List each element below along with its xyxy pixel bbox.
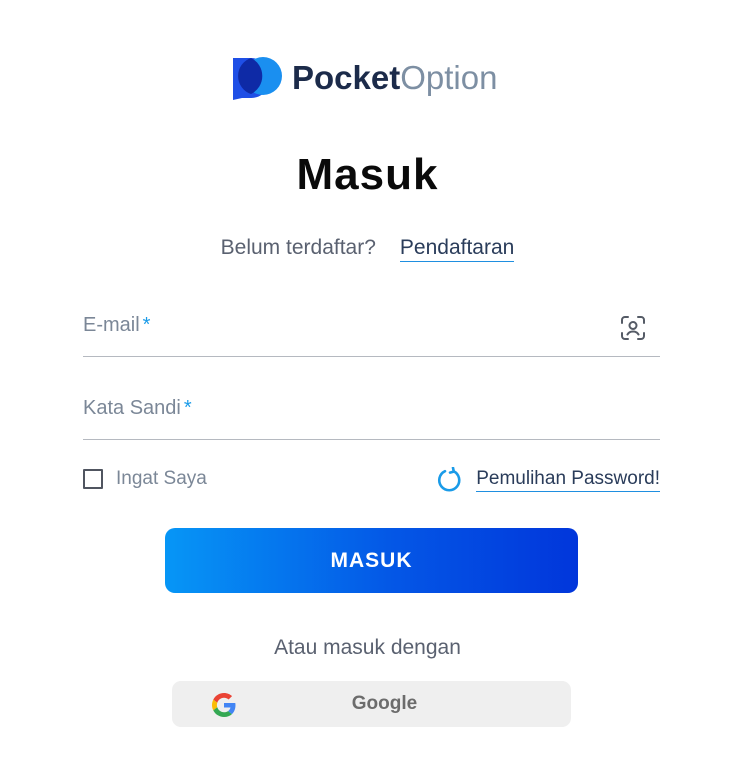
password-label-text: Kata Sandi xyxy=(83,397,181,419)
google-login-label: Google xyxy=(351,693,418,714)
remember-me-checkbox[interactable] xyxy=(83,469,103,489)
brand-name: Pocket Option xyxy=(292,56,497,100)
login-button[interactable]: MASUK xyxy=(165,528,578,593)
refresh-icon[interactable] xyxy=(436,467,462,493)
register-prompt: Belum terdaftar? Pendaftaran xyxy=(0,236,735,262)
register-link[interactable]: Pendaftaran xyxy=(399,236,515,262)
password-recovery: Pemulihan Password! xyxy=(436,467,660,493)
brand-name-light: Option xyxy=(400,59,498,96)
email-field[interactable]: E-mail * xyxy=(83,306,660,357)
email-label-text: E-mail xyxy=(83,314,140,336)
remember-me-label: Ingat Saya xyxy=(116,468,207,489)
pocket-option-logo-icon xyxy=(233,57,282,100)
email-label: E-mail * xyxy=(83,314,150,337)
brand-logo[interactable]: Pocket Option xyxy=(233,56,497,100)
google-login-button[interactable]: Google xyxy=(172,681,571,727)
social-login-caption: Atau masuk dengan xyxy=(274,636,461,659)
brand-name-bold: Pocket xyxy=(292,59,401,96)
face-id-icon[interactable] xyxy=(620,315,646,341)
required-mark: * xyxy=(183,397,192,419)
remember-me[interactable]: Ingat Saya xyxy=(83,468,207,490)
page-title: Masuk xyxy=(296,150,439,199)
password-field[interactable]: Kata Sandi * xyxy=(83,389,660,440)
register-question: Belum terdaftar? xyxy=(220,236,376,259)
password-label: Kata Sandi * xyxy=(83,397,192,420)
password-recovery-link[interactable]: Pemulihan Password! xyxy=(476,468,660,492)
login-page: Pocket Option Masuk Belum terdaftar? Penda… xyxy=(0,0,735,765)
required-mark: * xyxy=(142,314,151,336)
